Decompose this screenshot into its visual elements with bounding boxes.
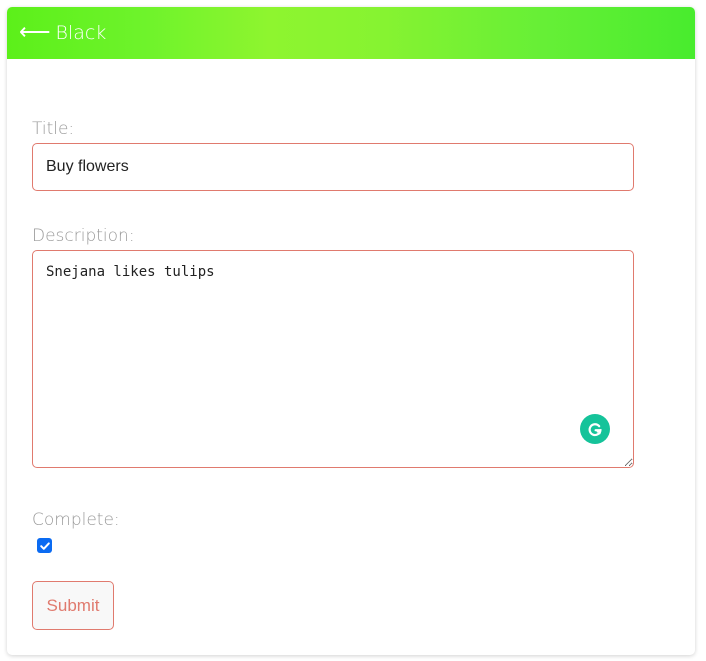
back-link[interactable]: ⟵ Black [7, 7, 695, 59]
complete-checkbox[interactable] [37, 538, 53, 554]
description-label: Description: [32, 226, 135, 246]
title-label: Title: [32, 119, 75, 139]
arrow-left-icon: ⟵ [19, 20, 51, 45]
back-link-label: Black [55, 22, 107, 44]
checkbox-box[interactable] [37, 538, 52, 553]
submit-button[interactable]: Submit [32, 581, 114, 630]
complete-label: Complete: [32, 510, 120, 530]
task-card: ⟵ Black Title: Description: Snejana like… [7, 7, 695, 655]
description-textarea[interactable]: Snejana likes tulips [32, 250, 634, 468]
grammarly-icon[interactable] [580, 414, 610, 444]
title-input[interactable] [32, 143, 634, 191]
checkmark-icon [39, 541, 50, 550]
description-field-wrapper: Snejana likes tulips [32, 250, 634, 468]
